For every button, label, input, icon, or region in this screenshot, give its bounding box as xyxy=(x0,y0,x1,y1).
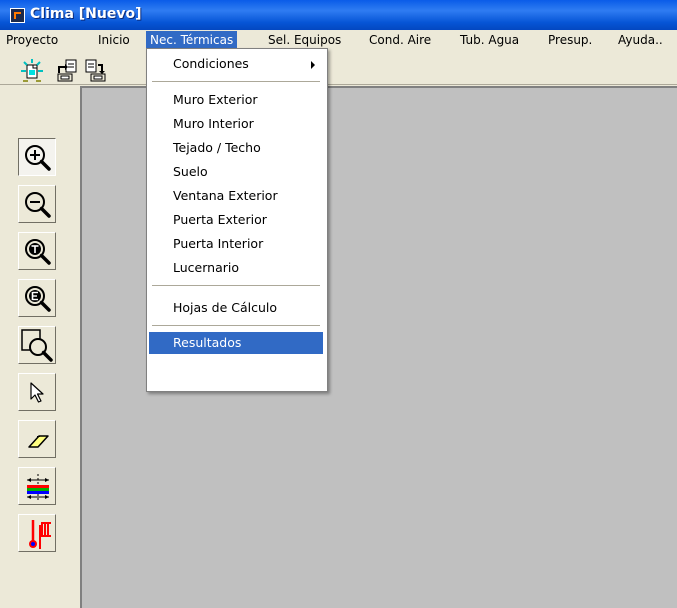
new-project-icon[interactable] xyxy=(20,59,44,83)
import-icon[interactable] xyxy=(55,59,79,83)
zoom-extents-icon[interactable] xyxy=(18,279,56,317)
menu-cond-aire[interactable]: Cond. Aire xyxy=(365,31,435,49)
title-bar[interactable]: Clima [Nuevo] xyxy=(0,0,677,30)
menu-bar: Proyecto Inicio Nec. Térmicas Sel. Equip… xyxy=(0,30,677,50)
menu-item-label: Condiciones xyxy=(173,56,249,71)
thermal-elements-icon[interactable] xyxy=(18,514,56,552)
menu-item-puerta-exterior[interactable]: Puerta Exterior xyxy=(149,209,323,231)
menu-ayuda[interactable]: Ayuda.. xyxy=(614,31,667,49)
menu-item-resultados[interactable]: Resultados xyxy=(149,332,323,354)
window-title: Clima [Nuevo] xyxy=(30,6,142,22)
pointer-icon[interactable] xyxy=(18,373,56,411)
zoom-in-icon[interactable] xyxy=(18,138,56,176)
zoom-window-icon[interactable] xyxy=(18,326,56,364)
eraser-icon[interactable] xyxy=(18,420,56,458)
zoom-total-icon[interactable] xyxy=(18,232,56,270)
menu-separator xyxy=(152,325,320,327)
menu-item-tejado-techo[interactable]: Tejado / Techo xyxy=(149,137,323,159)
menu-proyecto[interactable]: Proyecto xyxy=(2,31,62,49)
menu-item-lucernario[interactable]: Lucernario xyxy=(149,257,323,279)
nec-termicas-dropdown: Condiciones Muro Exterior Muro Interior … xyxy=(146,48,328,392)
menu-inicio[interactable]: Inicio xyxy=(94,31,134,49)
menu-presup[interactable]: Presup. xyxy=(544,31,596,49)
move-icon[interactable] xyxy=(18,467,56,505)
menu-sel-equipos[interactable]: Sel. Equipos xyxy=(264,31,345,49)
menu-item-suelo[interactable]: Suelo xyxy=(149,161,323,183)
menu-separator xyxy=(152,81,320,83)
menu-item-condiciones[interactable]: Condiciones xyxy=(149,53,323,75)
menu-item-muro-exterior[interactable]: Muro Exterior xyxy=(149,89,323,111)
menu-item-puerta-interior[interactable]: Puerta Interior xyxy=(149,233,323,255)
toolbar xyxy=(0,50,677,85)
menu-item-ventana-exterior[interactable]: Ventana Exterior xyxy=(149,185,323,207)
export-icon[interactable] xyxy=(84,59,108,83)
menu-nec-termicas[interactable]: Nec. Térmicas xyxy=(146,31,238,49)
menu-tub-agua[interactable]: Tub. Agua xyxy=(456,31,523,49)
app-icon[interactable] xyxy=(10,8,25,23)
zoom-out-icon[interactable] xyxy=(18,185,56,223)
tool-sidebar xyxy=(0,86,76,608)
menu-item-hojas-de-calculo[interactable]: Hojas de Cálculo xyxy=(149,297,323,319)
menu-item-muro-interior[interactable]: Muro Interior xyxy=(149,113,323,135)
menu-separator xyxy=(152,285,320,287)
submenu-arrow-icon xyxy=(311,61,315,69)
